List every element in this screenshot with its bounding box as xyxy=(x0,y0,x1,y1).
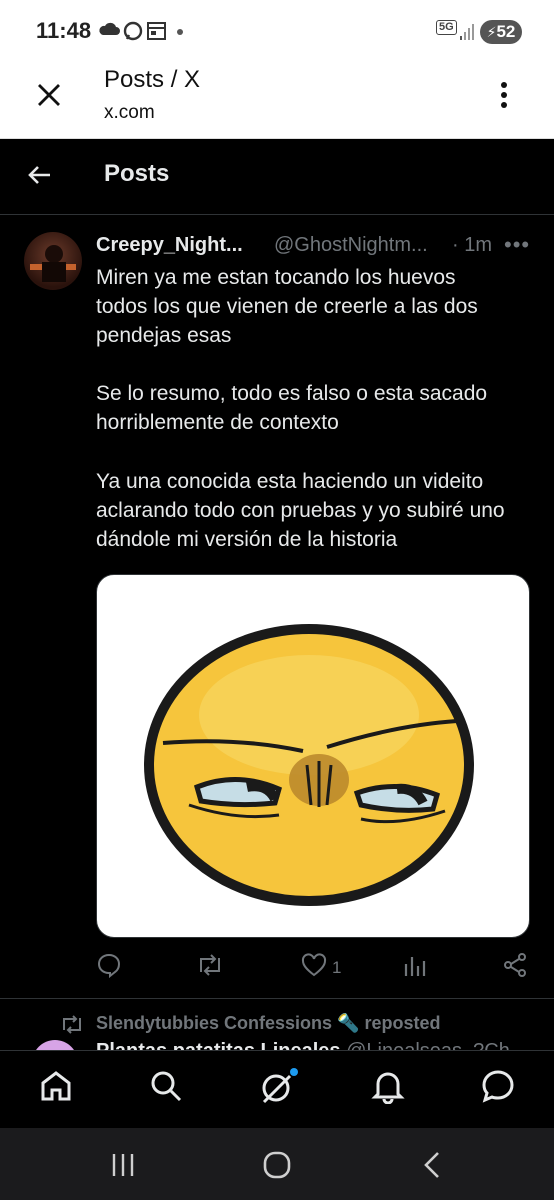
status-time: 11:48 xyxy=(36,18,92,43)
arrow-left-icon[interactable] xyxy=(26,164,52,186)
post-text-line: Se lo resumo, todo es falso o esta sacad… xyxy=(96,382,488,405)
page-title: Posts / X xyxy=(104,66,201,93)
battery-level: 52 xyxy=(496,22,516,41)
messages-icon[interactable] xyxy=(480,1068,516,1104)
recent-apps-icon[interactable] xyxy=(110,1152,136,1178)
close-icon[interactable] xyxy=(36,82,62,108)
more-vert-icon[interactable] xyxy=(498,80,510,110)
page-header-title: Posts xyxy=(104,160,170,187)
post-text-line: Miren ya me estan tocando los huevos xyxy=(96,266,456,289)
repost-icon[interactable] xyxy=(196,952,224,978)
home-button-icon[interactable] xyxy=(262,1150,292,1180)
header-divider xyxy=(0,214,554,215)
whatsapp-icon xyxy=(123,21,143,41)
page-url: x.com xyxy=(104,102,155,123)
back-button-icon[interactable] xyxy=(420,1150,444,1180)
like-count: 1 xyxy=(332,958,342,977)
notifications-icon[interactable] xyxy=(370,1068,406,1104)
reply-icon[interactable] xyxy=(96,952,122,978)
share-icon[interactable] xyxy=(502,952,528,978)
repost-indicator-icon xyxy=(63,1015,81,1034)
post-text-line: todos los que vienen de creerle a las do… xyxy=(96,295,478,318)
squinting-emoji-image[interactable] xyxy=(96,574,530,938)
author-avatar[interactable] xyxy=(24,232,82,290)
post-text-line: horriblemente de contexto xyxy=(96,411,339,434)
post-time[interactable]: · 1m xyxy=(452,234,492,257)
like-icon[interactable] xyxy=(300,952,328,978)
browser-bar xyxy=(0,62,554,139)
views-icon[interactable] xyxy=(402,952,428,978)
signal-icon xyxy=(460,24,474,40)
post-text-line: aclarando todo con pruebas y yo subiré u… xyxy=(96,499,505,522)
author-handle[interactable]: @GhostNightm... xyxy=(274,234,428,257)
tweet-more-icon[interactable]: ••• xyxy=(504,232,530,258)
post-text-line: pendejas esas xyxy=(96,324,232,347)
repost-attribution[interactable]: Slendytubbies Confessions 🔦 reposted xyxy=(96,1013,440,1034)
cloud-icon xyxy=(99,22,120,35)
search-icon[interactable] xyxy=(148,1068,184,1104)
calendar-icon xyxy=(147,22,166,40)
tweet-divider xyxy=(0,998,554,999)
battery-icon: ⚡52 xyxy=(480,20,522,44)
author-name[interactable]: Creepy_Night... xyxy=(96,234,243,257)
post-text-line: dándole mi versión de la historia xyxy=(96,528,398,551)
network-5g-icon: 5G xyxy=(436,20,457,35)
dot-icon xyxy=(177,29,183,35)
grok-icon[interactable] xyxy=(258,1068,298,1108)
post-text-line: Ya una conocida esta haciendo un videito xyxy=(96,470,484,493)
home-icon[interactable] xyxy=(38,1068,74,1104)
